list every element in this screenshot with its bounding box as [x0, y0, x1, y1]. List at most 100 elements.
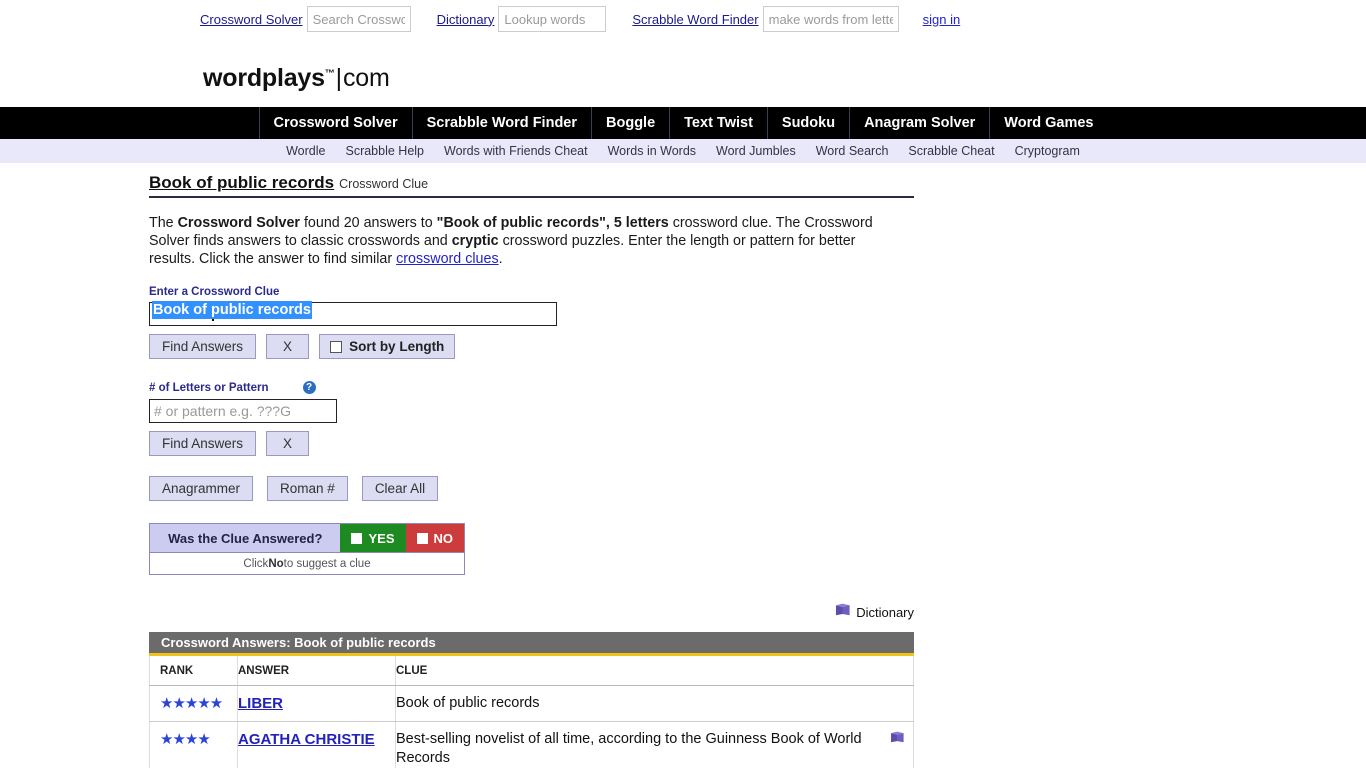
- checkbox-icon[interactable]: [330, 340, 343, 353]
- star-rating-icon: ★★★★: [160, 731, 211, 748]
- help-icon[interactable]: ?: [302, 381, 316, 394]
- clue-input-wrap: Book of public records: [149, 298, 557, 326]
- desc-bold-clue: "Book of public records", 5 letters: [436, 215, 669, 231]
- clue-text: Book of public records: [396, 695, 540, 711]
- clue-cell: Best-selling novelist of all time, accor…: [395, 721, 914, 768]
- desc-bold-solver: Crossword Solver: [177, 215, 300, 231]
- answered-yes-label: YES: [368, 530, 395, 546]
- sort-by-length-label: Sort by Length: [349, 339, 445, 354]
- column-header-answer: ANSWER: [237, 656, 396, 686]
- subnav-item-word-jumbles[interactable]: Word Jumbles: [706, 144, 806, 158]
- logo-divider: |: [335, 64, 343, 92]
- scrabble-search-input[interactable]: [762, 6, 899, 32]
- roman-numeral-button[interactable]: Roman #: [267, 476, 348, 501]
- clue-answered-question: Was the Clue Answered?: [150, 524, 341, 552]
- dictionary-search-input[interactable]: [498, 6, 607, 32]
- desc-part-1: The: [149, 215, 178, 231]
- subnav-item-wordle[interactable]: Wordle: [276, 144, 335, 158]
- answer-cell: LIBER: [237, 685, 396, 722]
- page-title: Book of public records: [149, 173, 335, 192]
- page-title-row: Book of public records Crossword Clue: [149, 173, 914, 198]
- sort-by-length-toggle[interactable]: Sort by Length: [319, 334, 456, 359]
- answer-cell: AGATHA CHRISTIE: [237, 721, 396, 768]
- book-icon: [835, 603, 851, 621]
- clear-clue-button[interactable]: X: [266, 334, 310, 359]
- checkbox-icon[interactable]: [351, 532, 363, 544]
- answered-yes-button[interactable]: YES: [340, 524, 406, 552]
- results-heading: Crossword Answers: Book of public record…: [161, 635, 436, 650]
- clear-pattern-button[interactable]: X: [266, 431, 310, 456]
- crossword-clues-link[interactable]: crossword clues: [396, 251, 499, 267]
- logo-tld: com: [342, 64, 390, 92]
- dictionary-link-row: Dictionary: [149, 603, 914, 621]
- pattern-input-label: # of Letters or Pattern: [149, 381, 269, 394]
- nav-item-anagram-solver[interactable]: Anagram Solver: [850, 107, 991, 139]
- main-navigation: Crossword Solver Scrabble Word Finder Bo…: [0, 107, 1366, 139]
- note-part-1: Click: [243, 557, 269, 570]
- top-dictionary-link[interactable]: Dictionary: [437, 12, 495, 27]
- subnav-item-words-with-friends-cheat[interactable]: Words with Friends Cheat: [434, 144, 598, 158]
- nav-item-word-games[interactable]: Word Games: [990, 107, 1107, 139]
- nav-item-boggle[interactable]: Boggle: [592, 107, 671, 139]
- nav-item-scrabble-word-finder[interactable]: Scrabble Word Finder: [413, 107, 593, 139]
- subnav-item-scrabble-cheat[interactable]: Scrabble Cheat: [898, 144, 1004, 158]
- column-header-rank: RANK: [149, 656, 238, 686]
- sub-navigation: Wordle Scrabble Help Words with Friends …: [0, 139, 1366, 163]
- table-row: ★★★★ AGATHA CHRISTIE Best-selling noveli…: [149, 721, 914, 768]
- crossword-search-input[interactable]: [306, 6, 411, 32]
- note-part-2: to suggest a clue: [283, 557, 371, 570]
- tool-button-row: Anagrammer Roman # Clear All: [149, 476, 1366, 501]
- table-row: ★★★★★ LIBER Book of public records: [149, 685, 914, 722]
- top-crossword-solver-link[interactable]: Crossword Solver: [200, 12, 303, 27]
- results-panel: Crossword Answers: Book of public record…: [149, 632, 914, 768]
- clue-input-label: Enter a Crossword Clue: [149, 286, 280, 298]
- subnav-item-word-search[interactable]: Word Search: [806, 144, 899, 158]
- checkbox-icon[interactable]: [416, 532, 428, 544]
- subnav-item-cryptogram[interactable]: Cryptogram: [1005, 144, 1090, 158]
- nav-item-sudoku[interactable]: Sudoku: [768, 107, 851, 139]
- answered-no-button[interactable]: NO: [405, 524, 464, 552]
- desc-part-2: found 20 answers to: [299, 215, 437, 231]
- rank-cell: ★★★★★: [149, 685, 238, 722]
- pattern-input[interactable]: [149, 399, 337, 423]
- desc-bold-cryptic: cryptic: [451, 233, 499, 249]
- clue-cell: Book of public records: [395, 685, 914, 722]
- desc-part-5: .: [498, 251, 503, 267]
- subnav-item-words-in-words[interactable]: Words in Words: [598, 144, 706, 158]
- results-header-row: RANK ANSWER CLUE: [149, 656, 914, 686]
- page-title-subtitle: Crossword Clue: [339, 177, 429, 191]
- find-answers-pattern-button[interactable]: Find Answers: [149, 431, 257, 456]
- top-scrabble-word-finder-link[interactable]: Scrabble Word Finder: [632, 12, 758, 27]
- book-icon[interactable]: [890, 730, 905, 749]
- clue-answered-note: Click No to suggest a clue: [149, 553, 465, 575]
- logo-wordmark: wordplays: [203, 64, 325, 92]
- star-rating-icon: ★★★★★: [160, 695, 223, 712]
- nav-item-crossword-solver[interactable]: Crossword Solver: [258, 107, 413, 139]
- clue-answered-bar: Was the Clue Answered? YES NO: [149, 523, 465, 553]
- clear-all-button[interactable]: Clear All: [361, 476, 439, 501]
- clue-answered-widget: Was the Clue Answered? YES NO Click No t…: [149, 523, 465, 575]
- clue-button-row: Find Answers X Sort by Length: [149, 334, 1366, 359]
- main-content: Book of public records Crossword Clue The…: [0, 163, 1366, 768]
- nav-item-text-twist[interactable]: Text Twist: [670, 107, 768, 139]
- anagrammer-button[interactable]: Anagrammer: [149, 476, 254, 501]
- results-table: RANK ANSWER CLUE ★★★★★ LIBER Book of pub…: [149, 656, 914, 768]
- find-answers-button[interactable]: Find Answers: [149, 334, 257, 359]
- note-bold-no: No: [268, 557, 284, 570]
- column-header-clue: CLUE: [395, 656, 914, 686]
- page-description: The Crossword Solver found 20 answers to…: [149, 214, 901, 268]
- answered-no-label: NO: [433, 530, 454, 546]
- pattern-button-row: Find Answers X: [149, 431, 1366, 456]
- site-logo[interactable]: wordplays™|com: [203, 64, 390, 93]
- sign-in-link[interactable]: sign in: [923, 12, 961, 27]
- answer-link[interactable]: LIBER: [238, 694, 283, 713]
- subnav-item-scrabble-help[interactable]: Scrabble Help: [335, 144, 434, 158]
- dictionary-link[interactable]: Dictionary: [856, 605, 914, 620]
- answer-link[interactable]: AGATHA CHRISTIE: [238, 730, 375, 749]
- clue-input[interactable]: [149, 302, 557, 326]
- pattern-label-row: # of Letters or Pattern ?: [149, 381, 1366, 394]
- top-utility-bar: Crossword Solver Dictionary Scrabble Wor…: [0, 0, 1366, 38]
- rank-cell: ★★★★: [149, 721, 238, 768]
- results-header-bar: Crossword Answers: Book of public record…: [149, 632, 914, 656]
- logo-area: wordplays™|com: [0, 38, 1366, 107]
